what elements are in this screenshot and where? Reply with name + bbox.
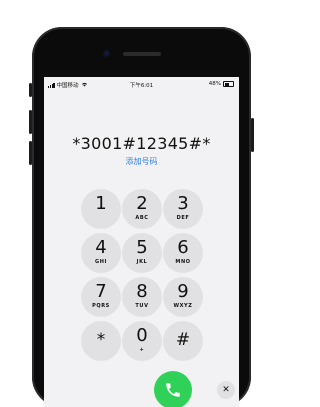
key-4[interactable]: 4 GHI [81,233,121,273]
status-bar: 中国移动 下午6:01 48% [44,77,239,91]
dialed-number: *3001#12345#* [72,134,211,153]
battery-icon [223,81,234,87]
key-star[interactable]: * [81,321,121,361]
key-2[interactable]: 2 ABC [122,189,162,229]
volume-down-button [29,141,32,165]
key-digit: 1 [95,193,107,214]
key-letters: PQRS [92,303,110,309]
key-9[interactable]: 9 WXYZ [163,277,203,317]
key-digit: 7 [95,281,107,302]
key-letters: ABC [135,215,149,221]
battery-percent: 48% [208,81,221,87]
mute-switch [29,83,32,97]
key-letters: TUV [135,303,149,309]
key-1[interactable]: 1 [81,189,121,229]
volume-up-button [29,110,32,134]
key-digit: 8 [136,281,148,302]
key-digit: * [96,330,106,350]
backspace-icon: ✕ [222,385,230,395]
key-letters: JKL [136,259,148,265]
key-digit: 6 [177,237,189,258]
key-letters: + [139,347,145,353]
key-digit: 9 [177,281,189,302]
key-6[interactable]: 6 MNO [163,233,203,273]
key-letters: DEF [176,215,190,221]
key-3[interactable]: 3 DEF [163,189,203,229]
key-digit: 0 [136,325,148,346]
add-number-link[interactable]: 添加号码 [44,156,239,167]
key-8[interactable]: 8 TUV [122,277,162,317]
delete-button[interactable]: ✕ [217,381,235,399]
key-letters: GHI [95,259,107,265]
key-letters: MNO [175,259,191,265]
key-digit: 5 [136,237,148,258]
key-5[interactable]: 5 JKL [122,233,162,273]
key-digit: 3 [177,193,189,214]
earpiece-speaker [123,52,161,56]
key-hash[interactable]: # [163,321,203,361]
key-digit: 4 [95,237,107,258]
key-0[interactable]: 0 + [122,321,162,361]
key-7[interactable]: 7 PQRS [81,277,121,317]
key-digit: 2 [136,193,148,214]
phone-screen: 中国移动 下午6:01 48% *3001#12345#* 添加号码 1 2 ABC… [44,77,239,407]
front-camera [103,50,110,57]
power-button [251,118,254,152]
phone-frame: 中国移动 下午6:01 48% *3001#12345#* 添加号码 1 2 ABC… [32,27,251,407]
key-digit: # [175,330,191,350]
key-letters: WXYZ [173,303,193,309]
call-button[interactable] [154,371,192,407]
